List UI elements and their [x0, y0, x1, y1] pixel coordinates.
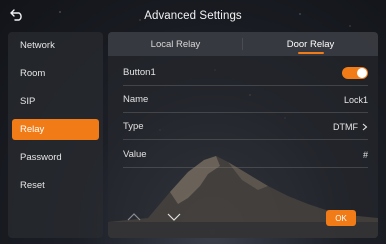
- sidebar-item-network[interactable]: Network: [12, 35, 99, 56]
- type-label: Type: [123, 121, 144, 132]
- sidebar-item-label: Password: [20, 152, 62, 163]
- sidebar-item-label: Relay: [20, 124, 45, 135]
- button1-label: Button1: [123, 67, 156, 78]
- tab-label: Door Relay: [286, 38, 335, 50]
- button1-row: Button1: [123, 60, 368, 86]
- sidebar-item-label: SIP: [20, 96, 36, 107]
- relay-panel: Local Relay Door Relay Button1 Name Lock…: [108, 32, 378, 238]
- sidebar-item-label: Reset: [20, 180, 45, 191]
- ok-button[interactable]: OK: [326, 210, 356, 226]
- name-label: Name: [123, 94, 149, 105]
- sidebar-item-password[interactable]: Password: [12, 147, 99, 168]
- type-value: DTMF: [333, 121, 358, 132]
- page-down-button[interactable]: [165, 210, 183, 224]
- settings-sidebar: Network Room SIP Relay Password Reset: [8, 32, 103, 238]
- toggle-knob: [357, 67, 367, 78]
- value-row[interactable]: Value #: [123, 142, 368, 168]
- sidebar-item-relay[interactable]: Relay: [12, 119, 99, 140]
- chevron-down-icon: [167, 213, 181, 221]
- page-title: Advanced Settings: [144, 10, 242, 22]
- name-row[interactable]: Name Lock1: [123, 87, 368, 113]
- page-up-button[interactable]: [125, 210, 143, 224]
- value-value[interactable]: #: [363, 150, 368, 160]
- back-button[interactable]: [6, 5, 28, 25]
- back-arrow-icon: [10, 9, 22, 21]
- name-value[interactable]: Lock1: [344, 95, 368, 105]
- type-row[interactable]: Type DTMF: [123, 114, 368, 140]
- sidebar-item-reset[interactable]: Reset: [12, 175, 99, 196]
- value-label: Value: [123, 149, 147, 160]
- tab-divider: [242, 38, 243, 50]
- chevron-up-icon: [127, 213, 141, 221]
- active-tab-indicator: [297, 52, 324, 54]
- sidebar-item-label: Room: [20, 68, 46, 79]
- tab-local-relay[interactable]: Local Relay: [108, 32, 243, 56]
- tab-door-relay[interactable]: Door Relay: [243, 32, 378, 56]
- chevron-right-icon: [362, 123, 368, 130]
- tab-label: Local Relay: [150, 38, 201, 50]
- type-select[interactable]: DTMF: [333, 122, 368, 132]
- button1-toggle[interactable]: [342, 66, 368, 79]
- sidebar-item-sip[interactable]: SIP: [12, 91, 99, 112]
- relay-tabs: Local Relay Door Relay: [108, 32, 378, 56]
- header-bar: Advanced Settings: [0, 0, 386, 32]
- sidebar-item-label: Network: [20, 40, 55, 51]
- sidebar-item-room[interactable]: Room: [12, 63, 99, 84]
